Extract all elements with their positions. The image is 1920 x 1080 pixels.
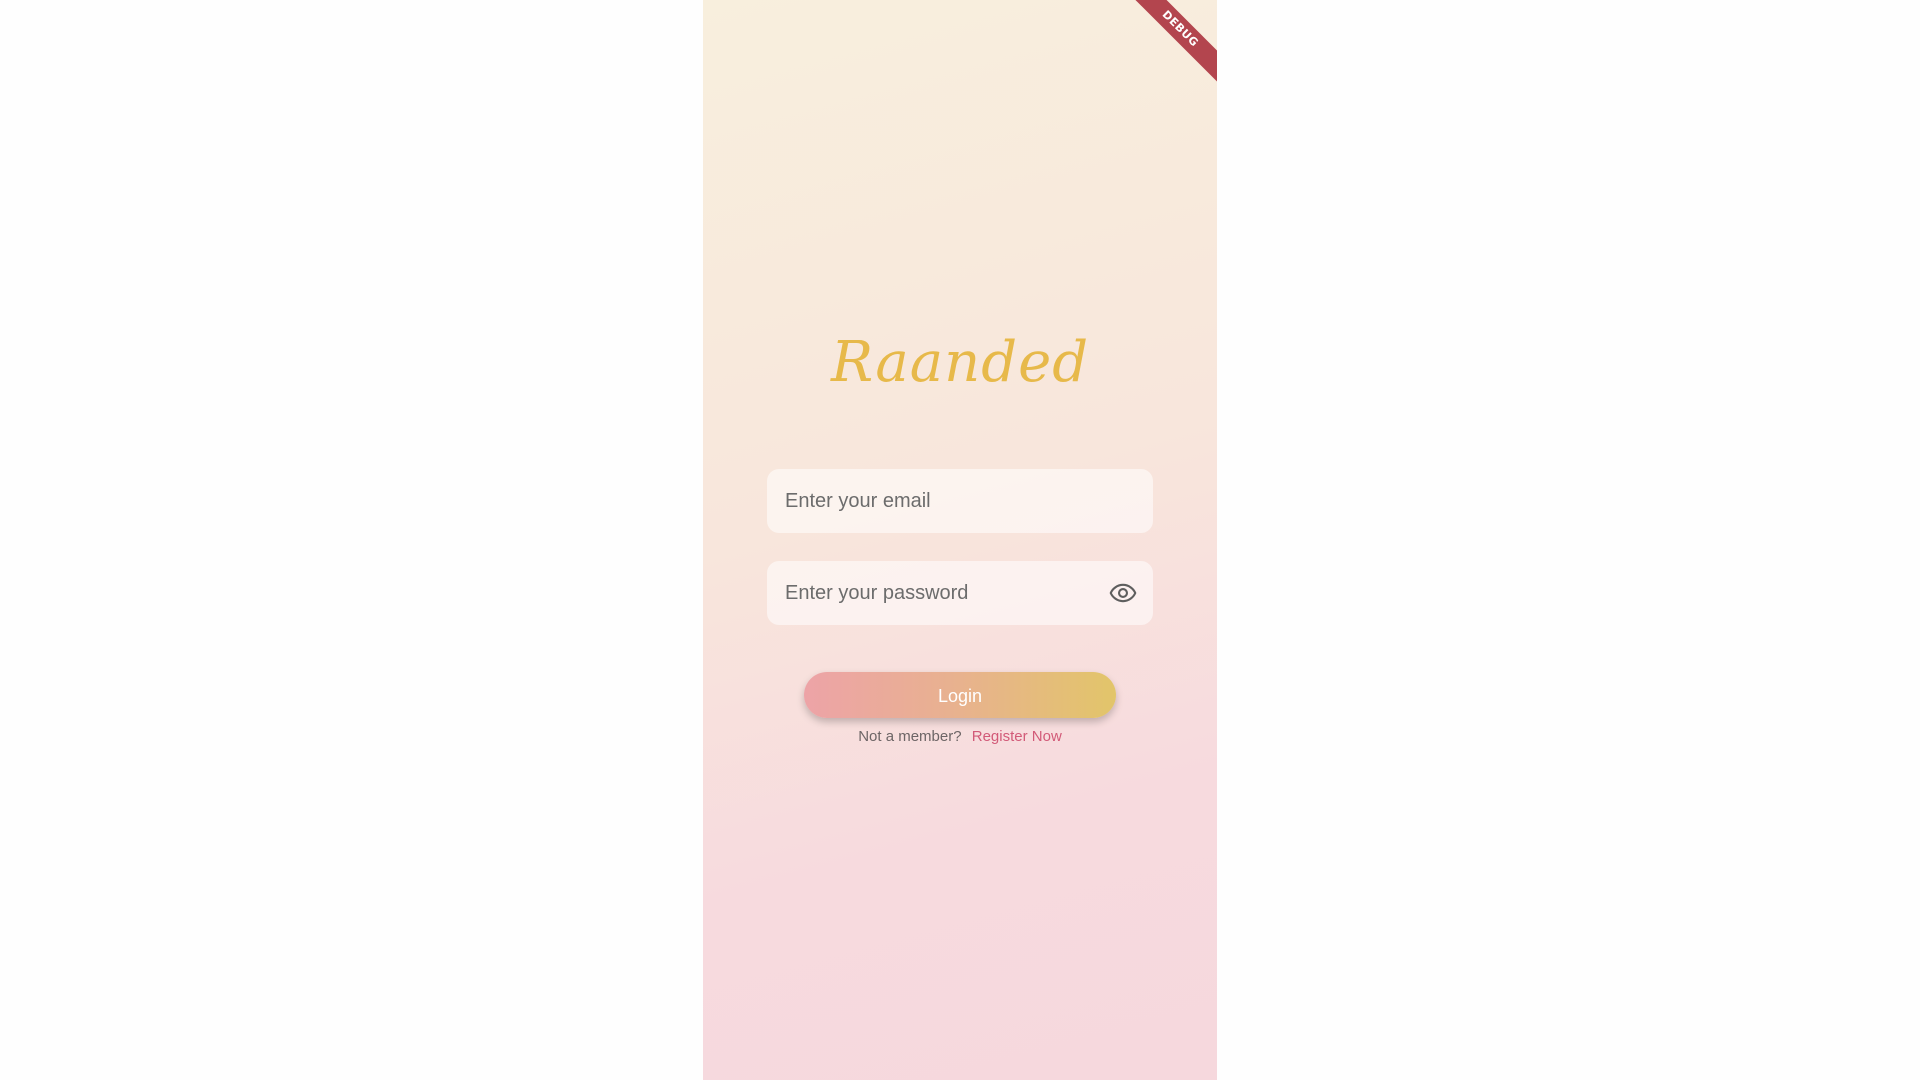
email-field-container [767, 469, 1153, 533]
email-input[interactable] [783, 488, 1137, 514]
app-logo: Raanded [830, 330, 1090, 395]
password-input[interactable] [783, 580, 1101, 606]
debug-banner: DEBUG [1107, 0, 1217, 110]
eye-icon[interactable] [1109, 579, 1137, 607]
debug-banner-label: DEBUG [1119, 0, 1217, 90]
register-prompt: Not a member? Register Now [703, 727, 1217, 747]
app-screen: DEBUG Raanded Login Not a member? Regist… [703, 0, 1217, 1080]
password-field-container [767, 561, 1153, 625]
register-now-link[interactable]: Register Now [972, 728, 1062, 745]
not-a-member-text: Not a member? [858, 728, 962, 745]
login-button[interactable]: Login [804, 672, 1116, 718]
